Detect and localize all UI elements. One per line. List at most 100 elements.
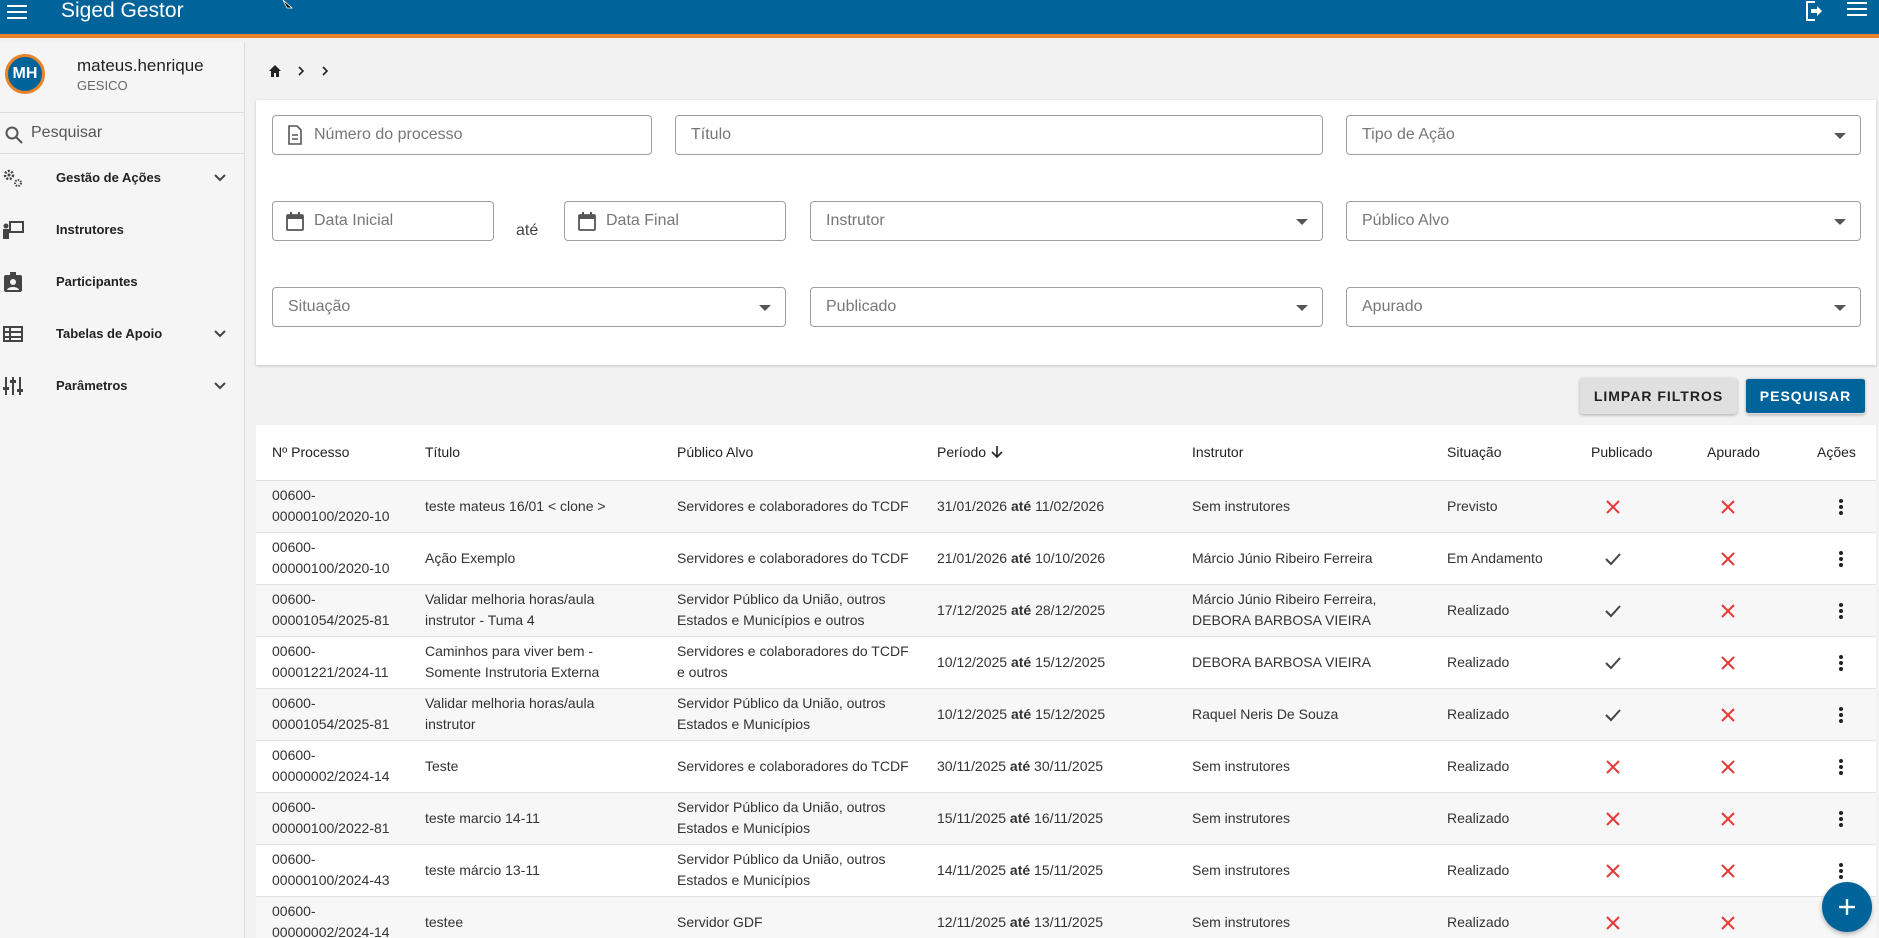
column-header-publicado[interactable]: Publicado <box>1591 444 1653 460</box>
sort-arrow-down-icon <box>991 446 1003 459</box>
sidebar-search-input[interactable]: Pesquisar <box>31 124 102 142</box>
cell-instrutor: DEBORA BARBOSA VIEIRA <box>1192 654 1371 670</box>
table-row[interactable]: 00600- 00000002/2024-14 Teste Servidores e … <box>256 741 1876 793</box>
apurado-close-icon <box>1721 500 1735 514</box>
table-row[interactable]: 00600- 00001054/2025-81 Validar melhoria h… <box>256 689 1876 741</box>
table-row[interactable]: 00600- 00001054/2025-81 Validar melhoria h… <box>256 585 1876 637</box>
apurado-close-icon <box>1721 604 1735 618</box>
logout-icon[interactable] <box>1803 0 1827 24</box>
cell-publico-alvo: Servidor Público da União, outros Estados… <box>677 591 886 628</box>
table-row[interactable]: 00600- 00000100/2020-10 teste mateus 16/01… <box>256 481 1876 533</box>
sidebar-item-participantes[interactable]: Participantes <box>0 256 244 308</box>
sidebar-search[interactable]: Pesquisar <box>0 112 244 154</box>
more-actions-icon[interactable] <box>1831 861 1851 881</box>
numero-processo-field[interactable]: Número do processo <box>272 115 652 155</box>
cell-publico-alvo: Servidor Público da União, outros Estados… <box>677 851 886 888</box>
sidebar-item-instrutores[interactable]: Instrutores <box>0 204 244 256</box>
badge-icon <box>4 272 22 292</box>
cell-periodo: 31/01/2026 até 11/02/2026 <box>937 498 1105 514</box>
publicado-close-icon <box>1606 760 1620 774</box>
sidebar-item-label: Tabelas de Apoio <box>56 326 163 341</box>
sidebar-item-label: Gestão de Ações <box>56 170 162 185</box>
add-button[interactable] <box>1822 882 1872 932</box>
table-row[interactable]: 00600- 00000002/2024-14 testee Servidor GDF… <box>256 897 1876 938</box>
column-header-processo[interactable]: Nº Processo <box>272 444 349 460</box>
more-actions-icon[interactable] <box>1831 497 1851 517</box>
apurado-close-icon <box>1721 864 1735 878</box>
cell-publico-alvo: Servidores e colaboradores do TCDF <box>677 498 909 514</box>
cell-situacao: Realizado <box>1447 602 1510 618</box>
cell-instrutor: Sem instrutores <box>1192 498 1291 514</box>
more-actions-icon[interactable] <box>1831 809 1851 829</box>
instrutor-select[interactable]: Instrutor <box>810 201 1323 241</box>
publicado-close-icon <box>1606 500 1620 514</box>
calendar-icon <box>286 212 304 231</box>
publicado-close-icon <box>1606 864 1620 878</box>
table-header: Nº Processo Título Público Alvo Período … <box>256 425 1876 481</box>
cell-titulo: teste marcio 14-11 <box>425 810 540 826</box>
tipo-acao-select[interactable]: Tipo de Ação <box>1346 115 1861 155</box>
cell-periodo: 17/12/2025 até 28/12/2025 <box>937 602 1106 618</box>
search-button[interactable]: PESQUISAR <box>1746 378 1865 414</box>
mouse-cursor-icon <box>282 0 294 9</box>
cell-instrutor: Sem instrutores <box>1192 758 1291 774</box>
more-menu-icon[interactable] <box>1847 0 1871 24</box>
cell-periodo: 10/12/2025 até 15/12/2025 <box>937 654 1106 670</box>
more-actions-icon[interactable] <box>1831 549 1851 569</box>
cell-periodo: 12/11/2025 até 13/11/2025 <box>937 914 1104 930</box>
hamburger-menu-icon[interactable] <box>6 0 30 24</box>
cell-instrutor: Raquel Neris De Souza <box>1192 706 1339 722</box>
sidebar-item-tabelas-de-apoio[interactable]: Tabelas de Apoio <box>0 308 244 360</box>
cell-instrutor: Márcio Júnio Ribeiro Ferreira, DEBORA BAR… <box>1192 591 1377 628</box>
column-header-instrutor[interactable]: Instrutor <box>1192 444 1243 460</box>
gears-icon <box>3 169 22 187</box>
dropdown-arrow-icon <box>1834 219 1846 225</box>
plus-icon <box>1839 899 1855 915</box>
column-header-apurado[interactable]: Apurado <box>1707 444 1760 460</box>
clear-filters-button[interactable]: LIMPAR FILTROS <box>1580 378 1737 414</box>
filters-panel: Número do processo Título Tipo de Ação D… <box>256 100 1876 365</box>
cell-periodo: 10/12/2025 até 15/12/2025 <box>937 706 1106 722</box>
column-header-situacao[interactable]: Situação <box>1447 444 1501 460</box>
sidebar-item-gestao-de-acoes[interactable]: Gestão de Ações <box>0 152 244 204</box>
cell-titulo: Teste <box>425 758 459 774</box>
sidebar-item-parametros[interactable]: Parâmetros <box>0 360 244 412</box>
cell-titulo: teste márcio 13-11 <box>425 862 540 878</box>
publicado-check-icon <box>1605 553 1621 566</box>
cell-periodo: 14/11/2025 até 15/11/2025 <box>937 862 1104 878</box>
publico-alvo-select[interactable]: Público Alvo <box>1346 201 1861 241</box>
situacao-select[interactable]: Situação <box>272 287 786 327</box>
sidebar-item-label: Parâmetros <box>56 378 128 393</box>
cell-situacao: Previsto <box>1447 498 1498 514</box>
more-actions-icon[interactable] <box>1831 705 1851 725</box>
apurado-select[interactable]: Apurado <box>1346 287 1861 327</box>
cell-processo: 00600- 00000002/2024-14 <box>272 747 390 784</box>
avatar[interactable]: MH <box>5 54 45 94</box>
cell-titulo: Validar melhoria horas/aula instrutor - T… <box>425 591 595 628</box>
document-icon <box>288 125 302 145</box>
column-header-periodo[interactable]: Período <box>937 444 1004 460</box>
apurado-close-icon <box>1721 760 1735 774</box>
more-actions-icon[interactable] <box>1831 757 1851 777</box>
table-row[interactable]: 00600- 00000100/2024-43 teste márcio 13-11… <box>256 845 1876 897</box>
cell-publico-alvo: Servidor GDF <box>677 914 763 930</box>
home-icon[interactable] <box>268 64 282 78</box>
table-row[interactable]: 00600- 00001221/2024-11 Caminhos para vive… <box>256 637 1876 689</box>
column-header-publico[interactable]: Público Alvo <box>677 444 753 460</box>
table-row[interactable]: 00600- 00000100/2022-81 teste marcio 14-11… <box>256 793 1876 845</box>
cell-instrutor: Sem instrutores <box>1192 862 1291 878</box>
cell-situacao: Em Andamento <box>1447 550 1543 566</box>
data-inicial-field[interactable]: Data Inicial <box>272 201 494 241</box>
cell-situacao: Realizado <box>1447 758 1510 774</box>
cell-titulo: Ação Exemplo <box>425 550 516 566</box>
more-actions-icon[interactable] <box>1831 601 1851 621</box>
more-actions-icon[interactable] <box>1831 653 1851 673</box>
cell-titulo: Validar melhoria horas/aula instrutor <box>425 695 595 732</box>
column-header-titulo[interactable]: Título <box>425 444 460 460</box>
instructor-icon <box>3 221 24 239</box>
cell-situacao: Realizado <box>1447 706 1510 722</box>
data-final-field[interactable]: Data Final <box>564 201 786 241</box>
titulo-field[interactable]: Título <box>675 115 1323 155</box>
table-row[interactable]: 00600- 00000100/2020-10 Ação Exemplo Servid… <box>256 533 1876 585</box>
publicado-select[interactable]: Publicado <box>810 287 1323 327</box>
